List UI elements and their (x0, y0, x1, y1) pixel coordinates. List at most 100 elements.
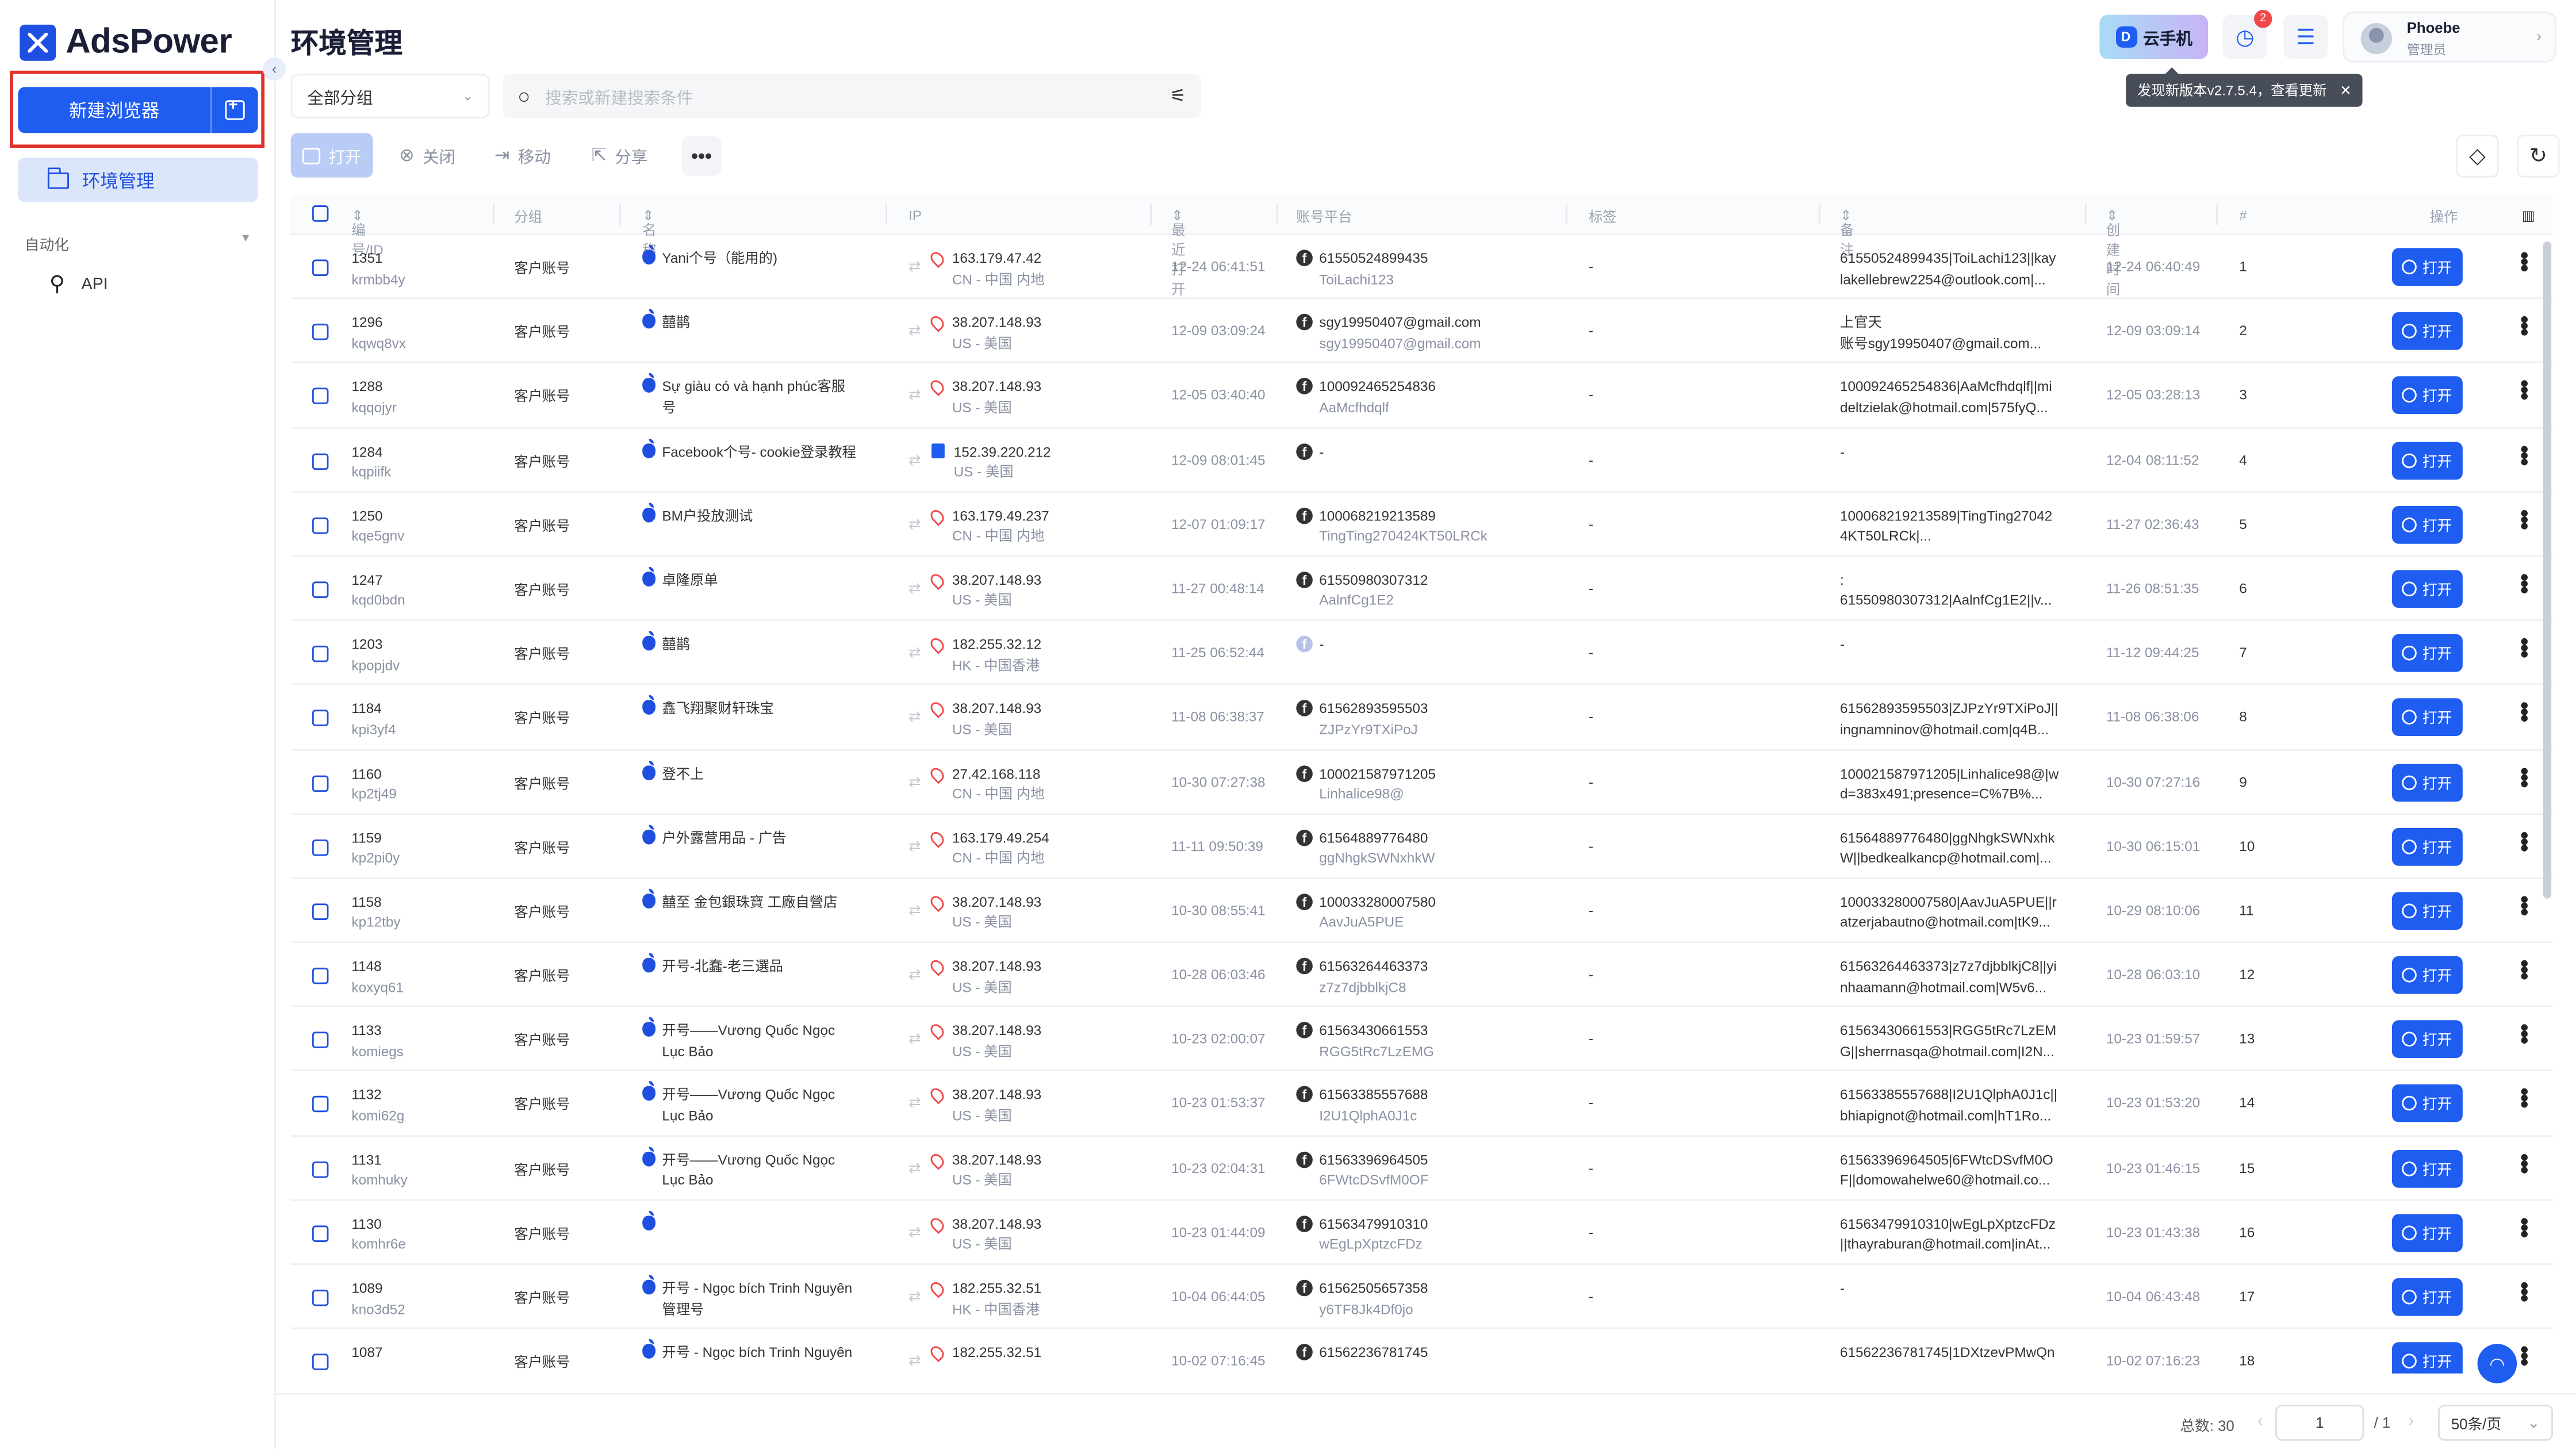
new-browser-button[interactable]: 新建浏览器 (18, 87, 258, 133)
row-checkbox[interactable] (312, 1354, 329, 1371)
refresh-button[interactable]: ↻ (2517, 135, 2560, 178)
row-open-button[interactable]: 打开 (2392, 505, 2463, 543)
row-more-icon[interactable]: ••• (2512, 1282, 2539, 1301)
adspower-logo[interactable]: AdsPower (20, 23, 232, 63)
swap-icon[interactable]: ⇄ (908, 771, 921, 804)
swap-icon[interactable]: ⇄ (908, 1222, 921, 1255)
row-checkbox[interactable] (312, 903, 329, 920)
row-more-icon[interactable]: ••• (2512, 444, 2539, 463)
row-open-button[interactable]: 打开 (2392, 699, 2463, 737)
task-list-button[interactable]: ☰ (2283, 14, 2328, 59)
row-open-button[interactable]: 打开 (2392, 1149, 2463, 1187)
column-settings-icon[interactable]: ▥ (2522, 207, 2535, 225)
swap-icon[interactable]: ⇄ (908, 450, 921, 482)
row-more-icon[interactable]: ••• (2512, 1346, 2539, 1365)
swap-icon[interactable]: ⇄ (908, 1029, 921, 1061)
row-open-button[interactable]: 打开 (2392, 956, 2463, 994)
row-more-icon[interactable]: ••• (2512, 638, 2539, 657)
row-checkbox[interactable] (312, 968, 329, 984)
row-more-icon[interactable]: ••• (2512, 251, 2539, 270)
row-more-icon[interactable]: ••• (2512, 573, 2539, 592)
table-row[interactable]: 1133 komiegs 客户账号 开号——Vương Quốc Ngọc Lục B… (290, 1007, 2553, 1072)
col-header-name[interactable]: 名称 ⇕ (642, 207, 656, 258)
select-all-checkbox[interactable] (312, 205, 329, 222)
row-checkbox[interactable] (312, 388, 329, 405)
open-button[interactable]: 打开 (290, 133, 373, 178)
row-open-button[interactable]: 打开 (2392, 1342, 2463, 1374)
swap-icon[interactable]: ⇄ (908, 256, 921, 289)
row-open-button[interactable]: 打开 (2392, 377, 2463, 415)
row-more-icon[interactable]: ••• (2512, 895, 2539, 914)
user-menu[interactable]: Phoebe 管理员 › (2343, 12, 2556, 63)
row-open-button[interactable]: 打开 (2392, 763, 2463, 801)
row-open-button[interactable]: 打开 (2392, 248, 2463, 286)
table-row[interactable]: 1132 komi62g 客户账号 开号——Vương Quốc Ngọc Lục B… (290, 1072, 2553, 1137)
row-checkbox[interactable] (312, 1096, 329, 1113)
table-row[interactable]: 1087 客户账号 开号 - Ngọc bích Trinh Nguyên ⇄ 182.… (291, 1329, 2553, 1374)
row-checkbox[interactable] (312, 453, 329, 469)
swap-icon[interactable]: ⇄ (908, 1286, 921, 1319)
table-row[interactable]: 1351 krmbb4y 客户账号 Yani个号（能用的) ⇄ 163.179.47.42… (290, 235, 2553, 300)
row-checkbox[interactable] (312, 710, 329, 727)
table-row[interactable]: 1130 komhr6e 客户账号 ⇄ 38.207.148.93 US - 美国 10-2… (290, 1201, 2553, 1265)
swap-icon[interactable]: ⇄ (908, 835, 921, 868)
row-open-button[interactable]: 打开 (2392, 827, 2463, 865)
table-row[interactable]: 1250 kqe5gnv 客户账号 BM户投放测试 ⇄ 163.179.49.237 CN … (290, 492, 2553, 557)
row-open-button[interactable]: 打开 (2392, 1213, 2463, 1252)
prev-page-icon[interactable]: ‹ (2257, 1413, 2263, 1431)
group-select[interactable]: 全部分组 ⌄ (290, 74, 490, 118)
table-row[interactable]: 1089 kno3d52 客户账号 开号 - Ngọc bích Trinh Nguy… (290, 1265, 2553, 1329)
row-more-icon[interactable]: ••• (2512, 702, 2539, 721)
row-more-icon[interactable]: ••• (2512, 1024, 2539, 1043)
collapse-sidebar-button[interactable]: ‹ (263, 57, 286, 80)
table-row[interactable]: 1247 kqd0bdn 客户账号 卓隆原单 ⇄ 38.207.148.93 US - 美国… (290, 557, 2553, 622)
row-more-icon[interactable]: ••• (2512, 960, 2539, 979)
swap-icon[interactable]: ⇄ (908, 643, 921, 676)
row-checkbox[interactable] (312, 775, 329, 791)
row-more-icon[interactable]: ••• (2512, 1088, 2539, 1107)
swap-icon[interactable]: ⇄ (908, 1351, 921, 1371)
col-header-last-open[interactable]: 最近打开 ⇕ (1171, 207, 1185, 297)
swap-icon[interactable]: ⇄ (908, 1093, 921, 1126)
swap-icon[interactable]: ⇄ (908, 321, 921, 354)
row-open-button[interactable]: 打开 (2392, 634, 2463, 672)
sidebar-item-env-management[interactable]: 环境管理 (18, 158, 258, 202)
sidebar-item-api[interactable]: ⚲ API (49, 271, 108, 297)
row-checkbox[interactable] (312, 1032, 329, 1049)
row-more-icon[interactable]: ••• (2512, 766, 2539, 785)
more-actions-button[interactable]: ••• (681, 136, 722, 176)
row-open-button[interactable]: 打开 (2392, 1278, 2463, 1316)
search-input[interactable]: ○ 搜索或新建搜索条件 ⚟ (503, 74, 1201, 118)
automation-section[interactable]: 自动化 ▼ (25, 233, 251, 255)
row-checkbox[interactable] (312, 259, 329, 276)
tag-button[interactable]: ◇ (2456, 135, 2499, 178)
table-row[interactable]: 1158 kp12tby 客户账号 囍至 金包銀珠寶 工廠自營店 ⇄ 38.207.148… (290, 879, 2553, 944)
row-more-icon[interactable]: ••• (2512, 1153, 2539, 1172)
row-more-icon[interactable]: ••• (2512, 831, 2539, 850)
col-header-created[interactable]: 创建时间 ⇕ (2106, 207, 2120, 297)
page-input[interactable]: 1 (2275, 1404, 2364, 1441)
cloud-phone-button[interactable]: D 云手机 (2099, 14, 2208, 59)
row-checkbox[interactable] (312, 1225, 329, 1242)
update-tooltip[interactable]: 发现新版本v2.7.5.4，查看更新 ✕ (2126, 67, 2363, 107)
table-row[interactable]: 1203 kpopjdv 客户账号 囍鹊 ⇄ 182.255.32.12 HK - 中国香港… (290, 621, 2553, 686)
row-open-button[interactable]: 打开 (2392, 892, 2463, 930)
table-row[interactable]: 1184 kpi3yf4 客户账号 鑫飞翔聚财轩珠宝 ⇄ 38.207.148.93 US … (290, 685, 2553, 750)
swap-icon[interactable]: ⇄ (908, 964, 921, 997)
close-button[interactable]: ⊗ 关闭 (399, 133, 455, 177)
row-open-button[interactable]: 打开 (2392, 570, 2463, 608)
table-row[interactable]: 1131 komhuky 客户账号 开号——Vương Quốc Ngọc Lục B… (290, 1136, 2553, 1201)
col-header-id[interactable]: 编号/ID ⇕ (351, 207, 383, 258)
row-checkbox[interactable] (312, 1289, 329, 1306)
swap-icon[interactable]: ⇄ (908, 578, 921, 611)
row-open-button[interactable]: 打开 (2392, 312, 2463, 351)
table-row[interactable]: 1296 kqwq8vx 客户账号 囍鹊 ⇄ 38.207.148.93 US - 美国 12… (290, 300, 2553, 364)
vertical-scrollbar[interactable] (2543, 241, 2552, 899)
row-more-icon[interactable]: ••• (2512, 380, 2539, 399)
close-icon[interactable]: ✕ (2340, 81, 2351, 99)
col-header-note[interactable]: 备注 ⇕ (1840, 207, 1854, 258)
swap-icon[interactable]: ⇄ (908, 900, 921, 933)
table-row[interactable]: 1284 kqpiifk 客户账号 Facebook个号- cookie登录教程 ⇄ 15… (290, 428, 2553, 493)
row-checkbox[interactable] (312, 839, 329, 856)
next-page-icon[interactable]: › (2409, 1413, 2414, 1431)
